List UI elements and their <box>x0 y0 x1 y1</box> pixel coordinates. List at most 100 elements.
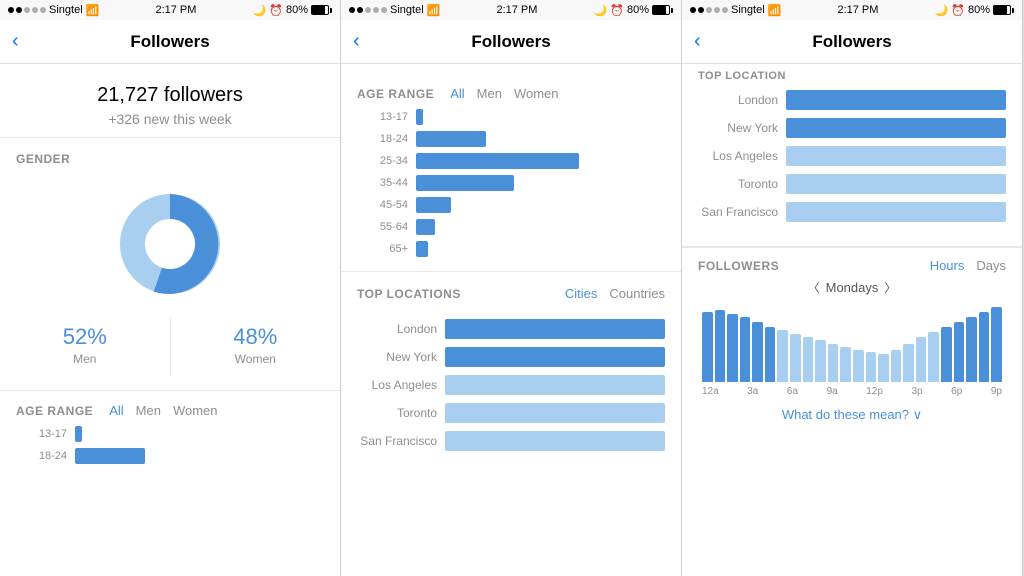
signal-3 <box>690 7 728 13</box>
hour-bar-6 <box>777 330 788 382</box>
moon-icon-3: 🌙 <box>935 4 949 17</box>
men-legend: 52% Men <box>0 316 171 374</box>
hour-bar-20 <box>954 322 965 382</box>
moon-icon-1: 🌙 <box>253 4 267 17</box>
battery-pct-1: 80% <box>286 4 308 16</box>
age-range-full-section: AGE RANGE All Men Women 13-17 18-24 <box>341 64 681 271</box>
battery-icon-1 <box>311 5 332 15</box>
battery-icon-2 <box>652 5 673 15</box>
back-button-3[interactable]: ‹ <box>694 30 701 53</box>
panel-1: Singtel 📶 2:17 PM 🌙 ⏰ 80% ‹ Followers 21… <box>0 0 341 576</box>
filter-men-2[interactable]: Men <box>477 86 502 101</box>
battery-pct-3: 80% <box>968 4 990 16</box>
wifi-icon-2: 📶 <box>427 4 441 17</box>
hour-bar-3 <box>740 317 751 382</box>
hour-bar-9 <box>815 340 826 382</box>
hour-bar-23 <box>991 307 1002 382</box>
title-2: Followers <box>471 32 550 52</box>
filter-women-1[interactable]: Women <box>173 403 218 418</box>
filter-all-1[interactable]: All <box>109 403 123 418</box>
hour-labels: 12a 3a 6a 9a 12p 3p 6p 9p <box>698 386 1006 397</box>
pie-container: 52% Men 48% Women <box>0 174 340 390</box>
panel-2: Singtel 📶 2:17 PM 🌙 ⏰ 80% ‹ Followers AG… <box>341 0 682 576</box>
age-range-title-2: AGE RANGE <box>357 87 434 101</box>
pie-legend: 52% Men 48% Women <box>0 316 340 374</box>
hour-bar-18 <box>928 332 939 382</box>
women-legend: 48% Women <box>171 316 341 374</box>
alarm-icon-1: ⏰ <box>269 4 283 17</box>
hour-bar-4 <box>752 322 763 382</box>
signal-1 <box>8 7 46 13</box>
carrier-3: Singtel <box>731 4 765 16</box>
header-2: ‹ Followers <box>341 20 681 64</box>
battery-icon-3 <box>993 5 1014 15</box>
bar-row-1317: 13-17 <box>32 426 308 442</box>
hour-bar-19 <box>941 327 952 382</box>
wifi-icon-1: 📶 <box>86 4 100 17</box>
hour-bar-14 <box>878 354 889 382</box>
hours-tab[interactable]: Hours <box>930 258 965 273</box>
city-london-2: London <box>357 319 665 339</box>
gender-label: GENDER <box>0 138 340 174</box>
time-1: 2:17 PM <box>155 4 196 16</box>
panel-3: Singtel 📶 2:17 PM 🌙 ⏰ 80% ‹ Followers TO… <box>682 0 1023 576</box>
title-1: Followers <box>130 32 209 52</box>
back-button-2[interactable]: ‹ <box>353 30 360 53</box>
countries-tab[interactable]: Countries <box>609 286 665 301</box>
content-2: AGE RANGE All Men Women 13-17 18-24 <box>341 64 681 576</box>
men-label: Men <box>73 352 96 366</box>
age-range-header-2: AGE RANGE All Men Women <box>357 74 665 109</box>
hour-bar-8 <box>803 337 814 382</box>
followers-header: FOLLOWERS Hours Days <box>698 258 1006 273</box>
hour-bar-5 <box>765 327 776 382</box>
city-la-2: Los Angeles <box>357 375 665 395</box>
cities-tab[interactable]: Cities <box>565 286 598 301</box>
status-left-3: Singtel 📶 <box>690 4 781 17</box>
filter-women-2[interactable]: Women <box>514 86 559 101</box>
back-button-1[interactable]: ‹ <box>12 30 19 53</box>
bar-p2-1824: 18-24 <box>373 131 649 147</box>
day-nav: 〈 Mondays 〉 <box>698 279 1006 296</box>
followers-new: +326 new this week <box>0 111 340 127</box>
next-day-arrow[interactable]: 〉 <box>884 279 896 296</box>
city-la-3: Los Angeles <box>698 146 1006 166</box>
men-pct: 52% <box>63 324 107 350</box>
city-sf-3: San Francisco <box>698 202 1006 222</box>
filter-tabs-2: All Men Women <box>450 86 558 101</box>
status-bar-3: Singtel 📶 2:17 PM 🌙 ⏰ 80% <box>682 0 1022 20</box>
status-right-1: 🌙 ⏰ 80% <box>253 4 332 17</box>
hour-bar-22 <box>979 312 990 382</box>
age-range-header-1: AGE RANGE All Men Women <box>16 391 324 426</box>
hour-bar-1 <box>715 310 726 382</box>
what-link[interactable]: What do these mean? ∨ <box>682 397 1022 433</box>
alarm-icon-2: ⏰ <box>610 4 624 17</box>
hour-bar-12 <box>853 350 864 382</box>
content-1: 21,727 followers +326 new this week GEND… <box>0 64 340 576</box>
hour-bar-7 <box>790 334 801 382</box>
bar-label-1824: 18-24 <box>32 450 67 462</box>
bar-fill-1824 <box>75 448 145 464</box>
prev-day-arrow[interactable]: 〈 <box>808 279 820 296</box>
title-3: Followers <box>812 32 891 52</box>
carrier-2: Singtel <box>390 4 424 16</box>
bar-p2-1317: 13-17 <box>373 109 649 125</box>
days-tab[interactable]: Days <box>976 258 1006 273</box>
city-sf-2: San Francisco <box>357 431 665 451</box>
bar-p2-3544: 35-44 <box>373 175 649 191</box>
top-location-partial: TOP LOCATION <box>682 64 1022 86</box>
top-loc-title: TOP LOCATIONS <box>357 287 461 301</box>
carrier-1: Singtel <box>49 4 83 16</box>
status-bar-1: Singtel 📶 2:17 PM 🌙 ⏰ 80% <box>0 0 340 20</box>
header-1: ‹ Followers <box>0 20 340 64</box>
bar-p2-65: 65+ <box>373 241 649 257</box>
time-3: 2:17 PM <box>837 4 878 16</box>
status-right-3: 🌙 ⏰ 80% <box>935 4 1014 17</box>
filter-all-2[interactable]: All <box>450 86 464 101</box>
hour-bar-11 <box>840 347 851 382</box>
content-3: TOP LOCATION London New York Los Angeles… <box>682 64 1022 576</box>
signal-2 <box>349 7 387 13</box>
filter-men-1[interactable]: Men <box>136 403 161 418</box>
bar-fill-1317 <box>75 426 82 442</box>
bar-p2-2534: 25-34 <box>373 153 649 169</box>
status-right-2: 🌙 ⏰ 80% <box>594 4 673 17</box>
